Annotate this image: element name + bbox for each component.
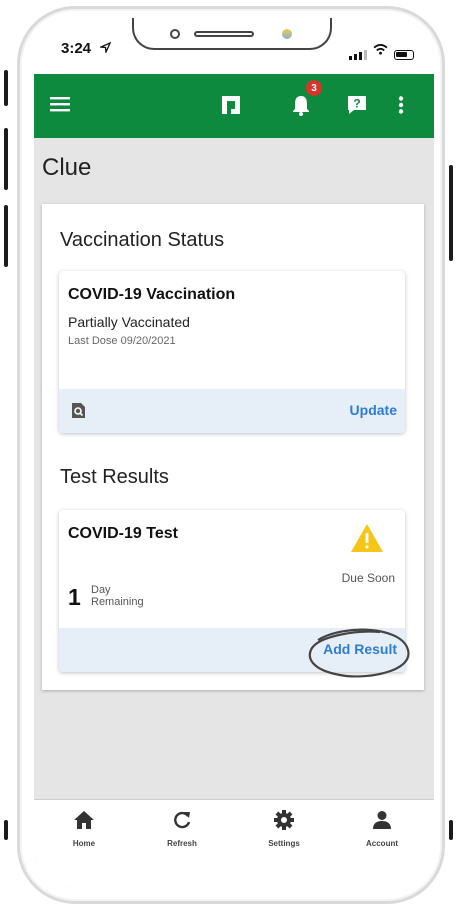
nav-account[interactable]: Account xyxy=(342,810,422,848)
location-arrow-icon xyxy=(98,40,112,58)
app-screen: 3:24 3 ? Clue Vaccination Status COVID-1… xyxy=(34,18,434,888)
notification-badge: 3 xyxy=(306,80,322,96)
due-status: Due Soon xyxy=(341,571,395,585)
logo-icon[interactable] xyxy=(220,94,242,116)
battery-icon xyxy=(394,50,414,60)
speaker-grille xyxy=(194,31,254,37)
annotation-circle xyxy=(308,628,410,678)
nav-account-label: Account xyxy=(366,839,398,848)
bell-icon[interactable] xyxy=(290,93,312,117)
content-panel: Vaccination Status COVID-19 Vaccination … xyxy=(42,204,424,690)
camera-icon xyxy=(170,29,180,39)
nav-settings-label: Settings xyxy=(268,839,300,848)
nav-home[interactable]: Home xyxy=(44,810,124,848)
home-icon xyxy=(73,810,95,835)
nav-settings[interactable]: Settings xyxy=(244,810,324,848)
status-bar: 3:24 xyxy=(34,18,434,74)
vaccination-card-footer: Update xyxy=(59,389,405,433)
app-bar: 3 ? xyxy=(34,74,434,138)
person-icon xyxy=(372,810,392,835)
side-button xyxy=(449,165,453,261)
side-button xyxy=(4,128,8,190)
nav-refresh-label: Refresh xyxy=(167,839,197,848)
system-icons xyxy=(349,42,414,60)
days-remaining-label: Remaining xyxy=(91,596,144,608)
help-icon[interactable]: ? xyxy=(346,94,368,116)
vaccination-section-title: Vaccination Status xyxy=(60,229,225,251)
menu-icon[interactable] xyxy=(50,96,70,112)
update-button[interactable]: Update xyxy=(350,402,397,418)
side-button xyxy=(4,820,8,840)
vaccination-card[interactable]: COVID-19 Vaccination Partially Vaccinate… xyxy=(59,271,405,433)
vaccination-card-title: COVID-19 Vaccination xyxy=(68,286,236,303)
svg-text:?: ? xyxy=(353,97,360,111)
side-button xyxy=(4,205,8,267)
page-title: Clue xyxy=(42,154,92,181)
test-card-title: COVID-19 Test xyxy=(68,525,178,542)
nav-refresh[interactable]: Refresh xyxy=(142,810,222,848)
days-unit: Day xyxy=(91,584,111,596)
side-button xyxy=(4,70,8,106)
document-search-icon[interactable] xyxy=(71,402,86,424)
signal-icon xyxy=(349,50,367,60)
status-time: 3:24 xyxy=(61,40,92,57)
sensor-dot xyxy=(282,29,292,39)
notch xyxy=(132,18,332,50)
wifi-icon xyxy=(373,42,388,60)
nav-home-label: Home xyxy=(72,839,96,848)
refresh-icon xyxy=(172,810,192,835)
bottom-navigation: Home Refresh Settings Account xyxy=(34,799,434,888)
more-vertical-icon[interactable] xyxy=(398,96,404,114)
gear-icon xyxy=(274,810,294,835)
warning-icon xyxy=(350,523,384,558)
side-button xyxy=(449,820,453,840)
days-count: 1 xyxy=(68,584,81,610)
vaccination-status: Partially Vaccinated xyxy=(68,314,190,330)
test-results-section-title: Test Results xyxy=(60,466,169,488)
last-dose-date: Last Dose 09/20/2021 xyxy=(68,335,176,347)
